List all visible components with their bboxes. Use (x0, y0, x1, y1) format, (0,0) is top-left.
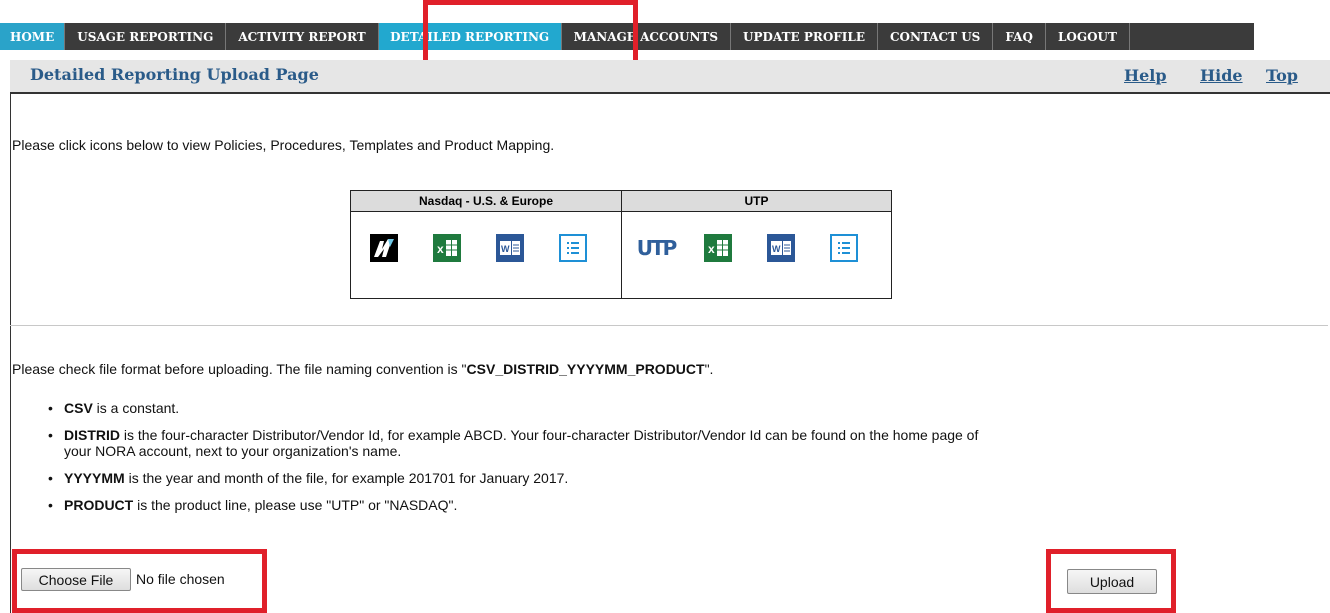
top-link[interactable]: Top (1266, 66, 1298, 85)
svg-text:x: x (437, 242, 444, 256)
nasdaq-header: Nasdaq - U.S. & Europe (351, 191, 621, 212)
page-title: Detailed Reporting Upload Page (30, 65, 319, 84)
description-continued: your NORA account, next to your organiza… (64, 443, 402, 459)
description: is a constant. (92, 400, 180, 416)
list-item: YYYYMM is the year and month of the file… (48, 470, 1314, 486)
section-divider (10, 325, 1328, 326)
document-list-icon[interactable] (830, 234, 858, 262)
nav-home[interactable]: HOME (0, 23, 66, 50)
svg-text:x: x (708, 242, 715, 256)
page-header-bar: Detailed Reporting Upload Page Help Hide… (10, 60, 1330, 94)
format-prefix: Please check file format before uploadin… (12, 361, 467, 377)
term: YYYYMM (64, 470, 125, 486)
excel-icon[interactable]: x (433, 234, 461, 262)
list-item: DISTRID is the four-character Distributo… (48, 427, 1314, 459)
nav-contact-us[interactable]: CONTACT US (878, 23, 994, 50)
utp-logo-icon[interactable]: UTP (636, 234, 678, 262)
nav-faq[interactable]: FAQ (993, 23, 1046, 50)
naming-convention: CSV_DISTRID_YYYYMM_PRODUCT (466, 361, 705, 377)
svg-text:W: W (501, 244, 510, 254)
help-link[interactable]: Help (1124, 66, 1167, 85)
utp-logo-text: UTP (636, 236, 678, 260)
list-item: CSV is a constant. (48, 400, 1314, 416)
word-icon[interactable]: W (767, 234, 795, 262)
hide-link[interactable]: Hide (1200, 66, 1243, 85)
word-icon[interactable]: W (496, 234, 524, 262)
term: CSV (64, 400, 93, 416)
description: is the product line, please use "UTP" or… (133, 497, 458, 513)
nasdaq-logo-icon[interactable] (370, 234, 398, 262)
utp-header: UTP (622, 191, 891, 212)
nav-activity-report[interactable]: ACTIVITY REPORT (226, 23, 379, 50)
table-divider (621, 191, 622, 298)
document-list-icon[interactable] (559, 234, 587, 262)
term: DISTRID (64, 427, 120, 443)
term: PRODUCT (64, 497, 134, 513)
intro-text: Please click icons below to view Policie… (12, 137, 555, 153)
nav-usage-reporting[interactable]: USAGE REPORTING (65, 23, 227, 50)
format-instructions: Please check file format before uploadin… (12, 361, 713, 377)
description: is the four-character Distributor/Vendor… (120, 427, 979, 443)
description: is the year and month of the file, for e… (124, 470, 569, 486)
excel-icon[interactable]: x (704, 234, 732, 262)
list-item: PRODUCT is the product line, please use … (48, 497, 1314, 513)
svg-text:W: W (772, 244, 781, 254)
highlight-upload (1046, 549, 1176, 613)
format-rules-list: CSV is a constant. DISTRID is the four-c… (48, 400, 1314, 513)
format-suffix: ". (704, 361, 714, 377)
highlight-choose-file (12, 549, 267, 613)
nav-update-profile[interactable]: UPDATE PROFILE (731, 23, 878, 50)
documents-icon-table: Nasdaq - U.S. & Europe UTP x W UTP x W (350, 190, 892, 299)
content-left-border (10, 92, 11, 613)
nav-logout[interactable]: LOGOUT (1046, 23, 1130, 50)
